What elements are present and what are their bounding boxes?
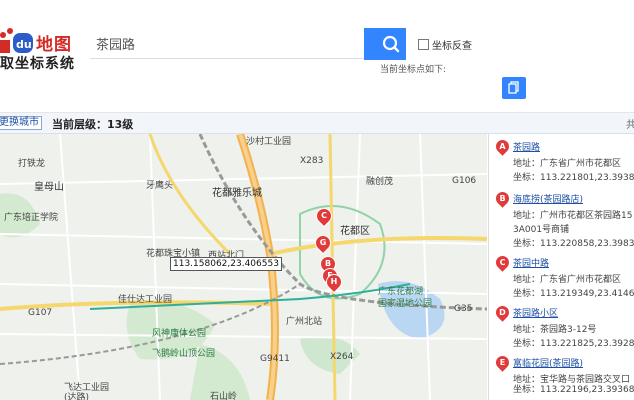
copy-icon bbox=[508, 81, 519, 94]
search-button[interactable] bbox=[364, 28, 406, 60]
map-label: 飞鹅岭山顶公园 bbox=[152, 349, 216, 359]
search-input[interactable] bbox=[90, 29, 364, 59]
map-label: 牙鹰头 bbox=[146, 181, 174, 191]
result-name-link[interactable]: 富临花园(茶园路) bbox=[513, 356, 583, 369]
results-list: A 茶园路 地址：广东省广州市花都区 坐标：113.221801,23.3938… bbox=[488, 134, 634, 400]
marker-letter: G bbox=[319, 238, 327, 247]
map-label: 融创茂 bbox=[366, 177, 394, 187]
result-address: 地址：广东省广州市花都区 bbox=[513, 159, 622, 169]
map-label: 花都雅乐城 bbox=[212, 188, 262, 199]
map-label: 国家湿地公园 bbox=[378, 299, 433, 309]
road-label: X283 bbox=[300, 156, 324, 166]
road-label: G9411 bbox=[260, 354, 290, 364]
copy-button[interactable] bbox=[502, 77, 526, 99]
pin-icon: C bbox=[493, 253, 512, 272]
marker-letter: H bbox=[330, 277, 338, 286]
result-item[interactable]: B 海底捞(茶园路店) 地址：广州市花都区茶园路15 3A001号商铺 坐标：1… bbox=[489, 188, 634, 252]
coordinate-tooltip: 113.158062,23.406553 bbox=[170, 257, 282, 271]
header: du 地图 取坐标系统 坐标反查 当前坐标点如下: bbox=[0, 0, 634, 113]
map-label: 石山岭 bbox=[210, 392, 238, 400]
map-label: 广州北站 bbox=[286, 317, 323, 327]
map-label: 花都区 bbox=[340, 226, 370, 237]
result-address-line2: 3A001号商铺 bbox=[513, 225, 570, 235]
result-address: 地址：茶园路3-12号 bbox=[513, 325, 597, 335]
map-label: 沙村工业园 bbox=[246, 137, 292, 147]
result-address: 地址：广东省广州市花都区 bbox=[513, 275, 622, 285]
logo-badge-text: du bbox=[16, 38, 32, 51]
result-coord: 坐标：113.221801,23.393885 bbox=[513, 173, 634, 183]
result-coord: 坐标：113.22196,23.393688 bbox=[513, 385, 634, 395]
road-label: G106 bbox=[452, 176, 477, 186]
pin-icon: D bbox=[493, 303, 512, 322]
info-bar: 更换城市 当前层级：13级 共 bbox=[0, 113, 634, 134]
pin-icon: B bbox=[493, 189, 512, 208]
current-coord-label: 当前坐标点如下: bbox=[380, 65, 447, 75]
result-item[interactable]: E 富临花园(茶园路) 地址：宝华路与茶园路交叉口 坐标：113.22196,2… bbox=[489, 352, 634, 400]
pin-icon: A bbox=[493, 137, 512, 156]
map-label: 皇母山 bbox=[34, 182, 64, 193]
reverse-lookup-label: 坐标反查 bbox=[432, 41, 472, 52]
checkbox-box[interactable] bbox=[418, 39, 429, 50]
result-name-link[interactable]: 茶园路小区 bbox=[513, 306, 558, 319]
map-label: 广东培正学院 bbox=[4, 213, 59, 223]
map-label: 打铁龙 bbox=[18, 159, 46, 169]
result-name-link[interactable]: 茶园路 bbox=[513, 140, 540, 153]
road-label: X264 bbox=[330, 352, 354, 362]
result-coord: 坐标：113.221825,23.392807 bbox=[513, 339, 634, 349]
result-count-text: 共 bbox=[626, 120, 634, 131]
reverse-lookup-checkbox[interactable]: 坐标反查 bbox=[418, 37, 472, 52]
result-item[interactable]: D 茶园路小区 地址：茶园路3-12号 坐标：113.221825,23.392… bbox=[489, 302, 634, 352]
system-title: 取坐标系统 bbox=[0, 56, 75, 72]
result-name-link[interactable]: 海底捞(茶园路店) bbox=[513, 192, 583, 205]
result-coord: 坐标：113.219349,23.414695 bbox=[513, 289, 634, 299]
logo-text: 地图 bbox=[36, 35, 72, 55]
result-name-link[interactable]: 茶园中路 bbox=[513, 256, 549, 269]
map-label: 风神康体公园 bbox=[152, 329, 207, 339]
search-icon bbox=[382, 35, 400, 53]
map-canvas[interactable]: 打铁龙 皇母山 广东培正学院 牙鹰头 花都雅乐城 花都珠宝小镇 西站北门 佳仕达… bbox=[0, 134, 487, 400]
map-label: 佳仕达工业园 bbox=[118, 295, 173, 305]
result-address: 地址：广州市花都区茶园路15 bbox=[513, 211, 633, 221]
marker-letter: C bbox=[321, 211, 327, 220]
zoom-level-text: 当前层级：13级 bbox=[52, 118, 134, 131]
change-city-link[interactable]: 更换城市 bbox=[0, 116, 42, 130]
pin-icon: E bbox=[493, 353, 512, 372]
result-item[interactable]: C 茶园中路 地址：广东省广州市花都区 坐标：113.219349,23.414… bbox=[489, 252, 634, 302]
result-item[interactable]: A 茶园路 地址：广东省广州市花都区 坐标：113.221801,23.3938… bbox=[489, 136, 634, 186]
map-label: (达路) bbox=[64, 393, 90, 400]
road-label: G107 bbox=[28, 308, 53, 318]
road-label: G35 bbox=[454, 304, 473, 314]
result-coord: 坐标：113.220858,23.398312 bbox=[513, 239, 634, 249]
